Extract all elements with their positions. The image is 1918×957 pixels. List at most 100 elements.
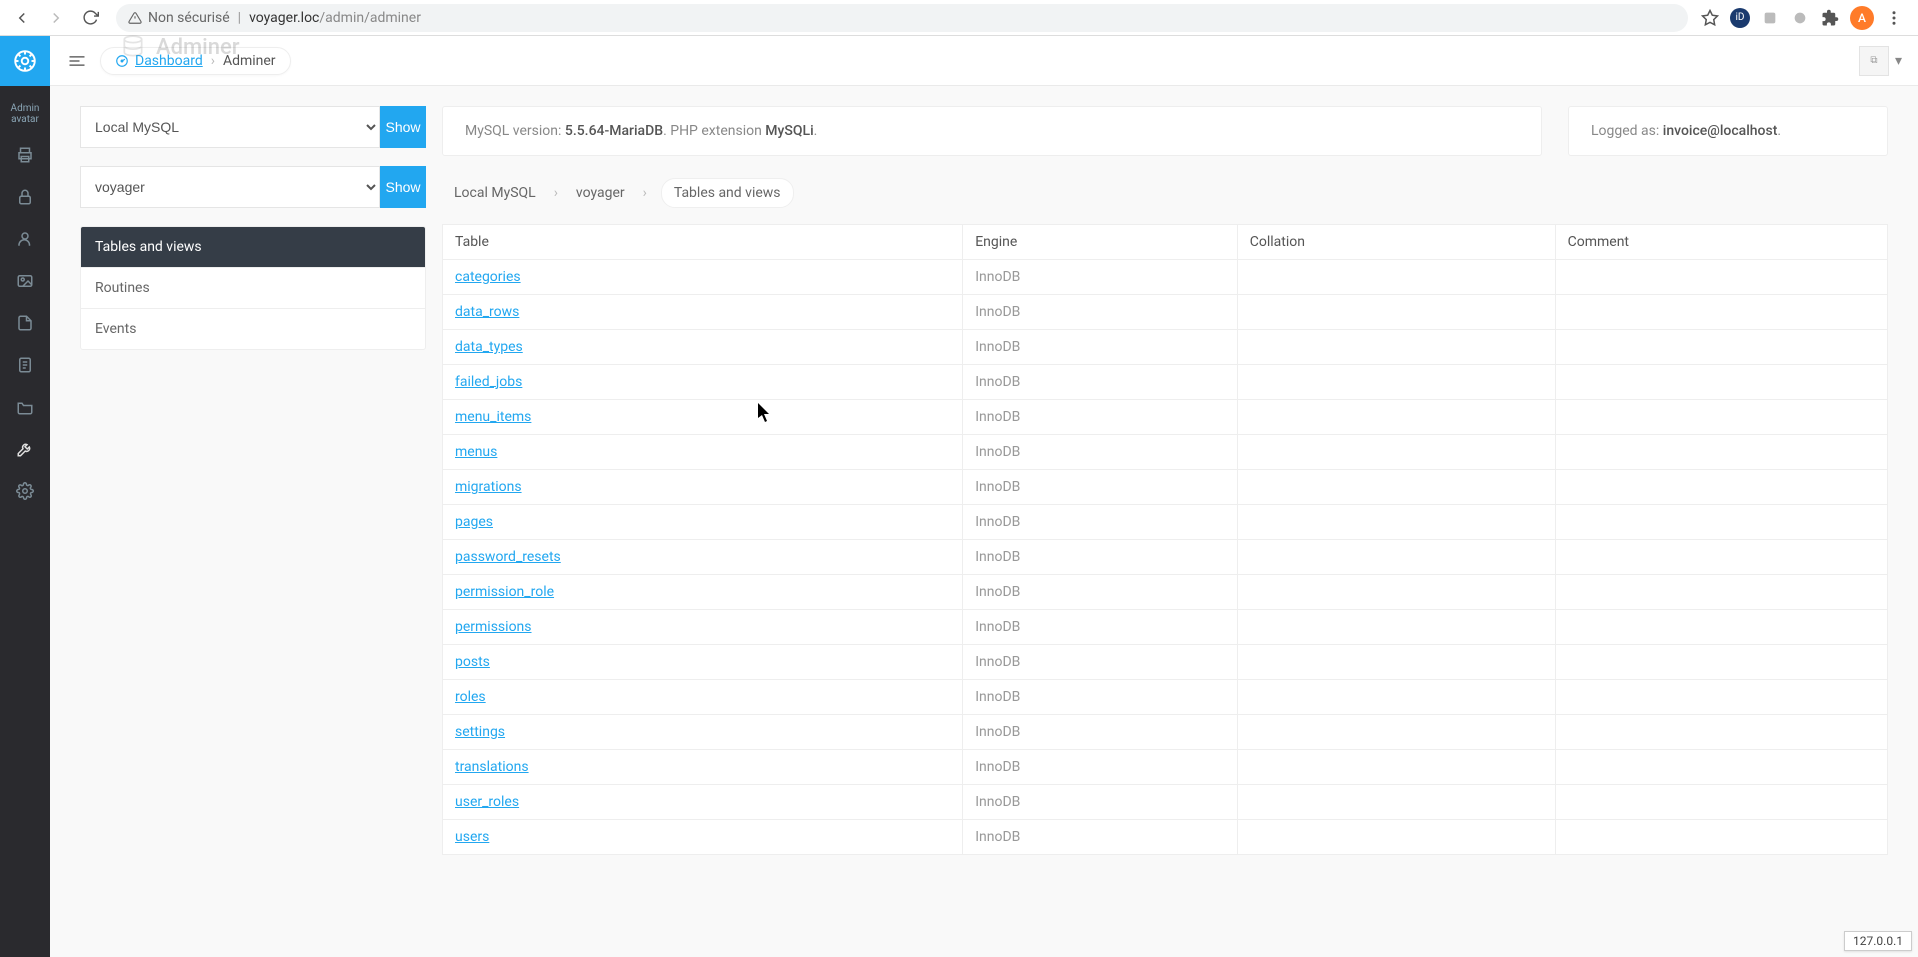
table-comment	[1555, 540, 1887, 575]
sidebar-item-dashboard[interactable]	[0, 134, 50, 176]
app-iconbar: Adminavatar	[0, 36, 50, 957]
table-comment	[1555, 645, 1887, 680]
url-bar[interactable]: Non sécurisé | voyager.loc/admin/adminer	[116, 4, 1688, 32]
table-collation	[1237, 260, 1555, 295]
table-comment	[1555, 470, 1887, 505]
chevron-right-icon: ›	[554, 185, 558, 201]
table-comment	[1555, 680, 1887, 715]
table-link[interactable]: password_resets	[455, 549, 561, 565]
table-link[interactable]: failed_jobs	[455, 374, 522, 390]
table-collation	[1237, 610, 1555, 645]
table-link[interactable]: user_roles	[455, 794, 519, 810]
table-link[interactable]: permission_role	[455, 584, 554, 600]
sidebar-item-posts[interactable]	[0, 302, 50, 344]
security-label: Non sécurisé	[148, 10, 230, 26]
printer-icon	[16, 146, 34, 164]
table-link[interactable]: data_rows	[455, 304, 519, 320]
database-select[interactable]: voyager	[80, 166, 380, 208]
url-domain: voyager.loc	[249, 10, 319, 26]
table-link[interactable]: pages	[455, 514, 493, 530]
nav-events[interactable]: Events	[81, 309, 425, 349]
sidebar-item-pages[interactable]	[0, 344, 50, 386]
table-engine: InnoDB	[963, 750, 1238, 785]
table-collation	[1237, 540, 1555, 575]
server-select[interactable]: Local MySQL	[80, 106, 380, 148]
hamburger-button[interactable]	[66, 50, 88, 72]
app-logo[interactable]	[0, 36, 50, 86]
col-table: Table	[443, 225, 963, 260]
table-engine: InnoDB	[963, 820, 1238, 855]
page-title-bg: Adminer	[120, 34, 240, 60]
table-link[interactable]: posts	[455, 654, 490, 670]
profile-avatar[interactable]: A	[1850, 6, 1874, 30]
sidebar-item-settings[interactable]	[0, 470, 50, 512]
server-info-card: MySQL version: 5.5.64-MariaDB. PHP exten…	[442, 106, 1542, 156]
extensions-puzzle-icon[interactable]	[1820, 8, 1840, 28]
sidebar-avatar[interactable]: Adminavatar	[5, 94, 45, 134]
table-row: categoriesInnoDB	[443, 260, 1888, 295]
extension-icon-3[interactable]	[1790, 8, 1810, 28]
nav-forward-button[interactable]	[42, 4, 70, 32]
table-collation	[1237, 400, 1555, 435]
table-row: user_rolesInnoDB	[443, 785, 1888, 820]
browser-menu-icon[interactable]	[1884, 8, 1904, 28]
table-link[interactable]: menus	[455, 444, 497, 460]
table-collation	[1237, 820, 1555, 855]
table-link[interactable]: roles	[455, 689, 486, 705]
crumb-server[interactable]: Local MySQL	[450, 179, 540, 207]
bookmark-star-icon[interactable]	[1700, 8, 1720, 28]
table-row: failed_jobsInnoDB	[443, 365, 1888, 400]
table-link[interactable]: settings	[455, 724, 505, 740]
nav-back-button[interactable]	[8, 4, 36, 32]
db-nav: Tables and views Routines Events	[80, 226, 426, 350]
file-icon	[16, 314, 34, 332]
table-row: settingsInnoDB	[443, 715, 1888, 750]
col-engine: Engine	[963, 225, 1238, 260]
table-row: pages InnoDB	[443, 505, 1888, 540]
user-menu-caret[interactable]: ▾	[1895, 53, 1902, 69]
table-engine: InnoDB	[963, 540, 1238, 575]
user-avatar-box[interactable]: ⧉	[1859, 46, 1889, 76]
nav-routines[interactable]: Routines	[81, 268, 425, 309]
lock-icon	[16, 188, 34, 206]
table-comment	[1555, 715, 1887, 750]
extension-icon-2[interactable]	[1760, 8, 1780, 28]
server-show-button[interactable]: Show	[380, 106, 426, 148]
crumb-database[interactable]: voyager	[572, 179, 629, 207]
login-info-card: Logged as: invoice@localhost.	[1568, 106, 1888, 156]
ext-value: MySQLi	[765, 123, 813, 139]
table-link[interactable]: migrations	[455, 479, 522, 495]
sidebar-item-tools[interactable]	[0, 428, 50, 470]
sidebar-item-roles[interactable]	[0, 176, 50, 218]
table-collation	[1237, 715, 1555, 750]
table-engine: InnoDB	[963, 435, 1238, 470]
table-link[interactable]: permissions	[455, 619, 532, 635]
table-comment	[1555, 330, 1887, 365]
logged-value: invoice@localhost	[1663, 123, 1778, 139]
image-icon	[16, 272, 34, 290]
nav-reload-button[interactable]	[76, 4, 104, 32]
table-row: postsInnoDB	[443, 645, 1888, 680]
database-show-button[interactable]: Show	[380, 166, 426, 208]
table-row: migrationsInnoDB	[443, 470, 1888, 505]
table-link[interactable]: data_types	[455, 339, 523, 355]
table-link[interactable]: users	[455, 829, 489, 845]
table-link[interactable]: categories	[455, 269, 521, 285]
topbar: Adminer Dashboard › Adminer ⧉ ▾	[50, 36, 1918, 86]
table-engine: InnoDB	[963, 505, 1238, 540]
table-link[interactable]: menu_items	[455, 409, 531, 425]
logged-label: Logged as:	[1591, 123, 1663, 139]
ext-label: . PHP extension	[663, 123, 765, 139]
table-row: data_typesInnoDB	[443, 330, 1888, 365]
sidebar-item-media[interactable]	[0, 260, 50, 302]
table-engine: InnoDB	[963, 575, 1238, 610]
database-icon	[120, 34, 146, 60]
sidebar-item-users[interactable]	[0, 218, 50, 260]
extension-icon-1[interactable]: iD	[1730, 8, 1750, 28]
table-collation	[1237, 785, 1555, 820]
nav-tables-and-views[interactable]: Tables and views	[81, 227, 425, 268]
table-link[interactable]: translations	[455, 759, 529, 775]
table-row: menu_itemsInnoDB	[443, 400, 1888, 435]
table-comment	[1555, 435, 1887, 470]
sidebar-item-categories[interactable]	[0, 386, 50, 428]
